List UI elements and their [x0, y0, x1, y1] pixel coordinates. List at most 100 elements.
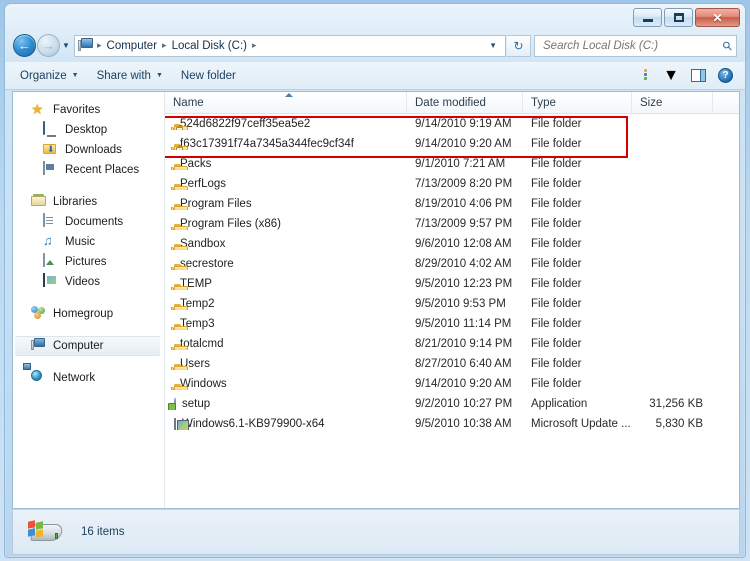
- back-button[interactable]: ←: [13, 34, 36, 57]
- change-view-button[interactable]: ▼: [638, 64, 685, 88]
- search-box[interactable]: ⚲: [534, 34, 737, 57]
- file-name-cell[interactable]: Program Files (x86): [165, 218, 407, 230]
- file-name-cell[interactable]: 524d6822f97ceff35ea5e2: [165, 118, 407, 130]
- file-rows: 524d6822f97ceff35ea5e2 9/14/2010 9:19 AM F…: [165, 114, 739, 434]
- type-cell: File folder: [531, 238, 582, 250]
- table-row[interactable]: PerfLogs 7/13/2009 8:20 PM File folder: [165, 174, 739, 194]
- table-row[interactable]: Users 8/27/2010 6:40 AM File folder: [165, 354, 739, 374]
- sort-ascending-icon: [285, 93, 293, 97]
- refresh-button[interactable]: ↻: [507, 34, 531, 57]
- nav-group-gap: [13, 356, 164, 368]
- file-name-cell[interactable]: Users: [165, 358, 407, 370]
- sidebar-item-videos[interactable]: Videos: [13, 272, 164, 292]
- local-disk-icon: [23, 518, 67, 546]
- help-button[interactable]: ?: [712, 65, 739, 86]
- table-row[interactable]: Packs 9/1/2010 7:21 AM File folder: [165, 154, 739, 174]
- table-row[interactable]: f63c17391f74a7345a344fec9cf34f 9/14/2010 …: [165, 134, 739, 154]
- file-name-cell[interactable]: Program Files: [165, 198, 407, 210]
- file-name-cell[interactable]: Temp3: [165, 318, 407, 330]
- sidebar-item-computer[interactable]: Computer: [15, 336, 160, 356]
- preview-pane-button[interactable]: [685, 66, 712, 85]
- table-row[interactable]: setup 9/2/2010 10:27 PM Application 31,256 …: [165, 394, 739, 414]
- table-row[interactable]: secrestore 8/29/2010 4:02 AM File folder: [165, 254, 739, 274]
- table-row[interactable]: Sandbox 9/6/2010 12:08 AM File folder: [165, 234, 739, 254]
- organize-button[interactable]: Organize ▼: [11, 66, 88, 86]
- sidebar-item-label: Documents: [65, 216, 124, 228]
- file-name-cell[interactable]: Windows6.1-KB979900-x64: [165, 418, 407, 430]
- file-name-cell[interactable]: setup: [165, 398, 407, 410]
- table-row[interactable]: Program Files (x86) 7/13/2009 9:57 PM File…: [165, 214, 739, 234]
- maximize-button[interactable]: [664, 8, 693, 27]
- column-header-size[interactable]: Size: [632, 92, 713, 113]
- sidebar-item-label: Music: [65, 236, 96, 248]
- sidebar-item-favorites[interactable]: ★ Favorites: [13, 100, 164, 120]
- sidebar-item-documents[interactable]: Documents: [13, 212, 164, 232]
- address-bar: ← → ▼ ▸ Computer ▸ Local Disk (C:) ▸ ▼ ↻…: [5, 31, 745, 60]
- file-name-cell[interactable]: f63c17391f74a7345a344fec9cf34f: [165, 138, 407, 150]
- file-name-label: 524d6822f97ceff35ea5e2: [180, 118, 311, 130]
- sidebar-item-music[interactable]: ♫ Music: [13, 232, 164, 252]
- table-row[interactable]: Temp2 9/5/2010 9:53 PM File folder: [165, 294, 739, 314]
- sidebar-item-network[interactable]: Network: [13, 363, 164, 388]
- file-name-cell[interactable]: Sandbox: [165, 238, 407, 250]
- table-row[interactable]: Windows 9/14/2010 9:20 AM File folder: [165, 374, 739, 394]
- sidebar-item-label: Homegroup: [53, 308, 114, 320]
- table-row[interactable]: Program Files 8/19/2010 4:06 PM File folde…: [165, 194, 739, 214]
- file-name-cell[interactable]: secrestore: [165, 258, 407, 270]
- sidebar-item-desktop[interactable]: Desktop: [13, 120, 164, 140]
- minimize-button[interactable]: [633, 8, 662, 27]
- file-name-cell[interactable]: Packs: [165, 158, 407, 170]
- table-row[interactable]: Temp3 9/5/2010 11:14 PM File folder: [165, 314, 739, 334]
- sidebar-item-label: Computer: [53, 340, 104, 352]
- sidebar-item-label: Favorites: [53, 104, 101, 116]
- change-view-icon: [644, 69, 659, 82]
- computer-icon: [78, 37, 94, 54]
- forward-button[interactable]: →: [37, 34, 60, 57]
- sidebar-item-libraries[interactable]: Libraries: [13, 192, 164, 212]
- nav-group-gap: [13, 292, 164, 304]
- column-header-type[interactable]: Type: [523, 92, 632, 113]
- breadcrumb[interactable]: ▸ Computer ▸ Local Disk (C:) ▸ ▼: [74, 34, 506, 57]
- maximize-icon: [673, 13, 684, 22]
- desktop-icon: [43, 121, 59, 138]
- sidebar-item-pictures[interactable]: Pictures: [13, 252, 164, 272]
- type-cell: File folder: [531, 118, 582, 130]
- content-area: ★ Favorites Desktop ⬇ Downloads Recent P…: [12, 91, 740, 509]
- item-count-label: 16 items: [81, 526, 125, 538]
- date-modified-cell: 9/5/2010 12:23 PM: [415, 278, 513, 290]
- sidebar-item-label: Recent Places: [65, 164, 140, 176]
- sidebar-item-label: Desktop: [65, 124, 108, 136]
- chevron-down-icon[interactable]: ▼: [483, 41, 503, 50]
- breadcrumb-item-computer[interactable]: Computer: [103, 39, 162, 53]
- table-row[interactable]: Windows6.1-KB979900-x64 9/5/2010 10:38 AM…: [165, 414, 739, 434]
- new-folder-button[interactable]: New folder: [172, 66, 245, 86]
- sidebar-item-homegroup[interactable]: Homegroup: [13, 304, 164, 324]
- table-row[interactable]: TEMP 9/5/2010 12:23 PM File folder: [165, 274, 739, 294]
- file-name-cell[interactable]: TEMP: [165, 278, 407, 290]
- sidebar-item-label: Network: [53, 372, 96, 384]
- file-name-cell[interactable]: PerfLogs: [165, 178, 407, 190]
- title-bar: ✕: [5, 4, 745, 31]
- file-name-label: secrestore: [180, 258, 234, 270]
- recent-pages-button[interactable]: ▼: [60, 41, 72, 50]
- search-input[interactable]: [541, 38, 724, 53]
- close-button[interactable]: ✕: [695, 8, 740, 27]
- sidebar-item-recent-places[interactable]: Recent Places: [13, 160, 164, 180]
- table-row[interactable]: 524d6822f97ceff35ea5e2 9/14/2010 9:19 AM F…: [165, 114, 739, 134]
- file-name-cell[interactable]: totalcmd: [165, 338, 407, 350]
- type-cell: Application: [531, 398, 588, 410]
- videos-icon: [43, 273, 59, 290]
- type-cell: File folder: [531, 318, 582, 330]
- breadcrumb-item-local-disk[interactable]: Local Disk (C:): [168, 39, 251, 53]
- recent-places-icon: [43, 161, 59, 178]
- back-arrow-icon: ←: [18, 38, 31, 53]
- share-with-button[interactable]: Share with ▼: [88, 66, 172, 86]
- table-row[interactable]: totalcmd 8/21/2010 9:14 PM File folder: [165, 334, 739, 354]
- file-list-pane: Name Date modified Type Size 524d6822f97…: [165, 92, 739, 508]
- column-header-date-modified[interactable]: Date modified: [407, 92, 523, 113]
- minimize-icon: [642, 18, 653, 22]
- file-name-cell[interactable]: Temp2: [165, 298, 407, 310]
- file-name-label: Windows6.1-KB979900-x64: [182, 418, 325, 430]
- file-name-cell[interactable]: Windows: [165, 378, 407, 390]
- sidebar-item-downloads[interactable]: ⬇ Downloads: [13, 140, 164, 160]
